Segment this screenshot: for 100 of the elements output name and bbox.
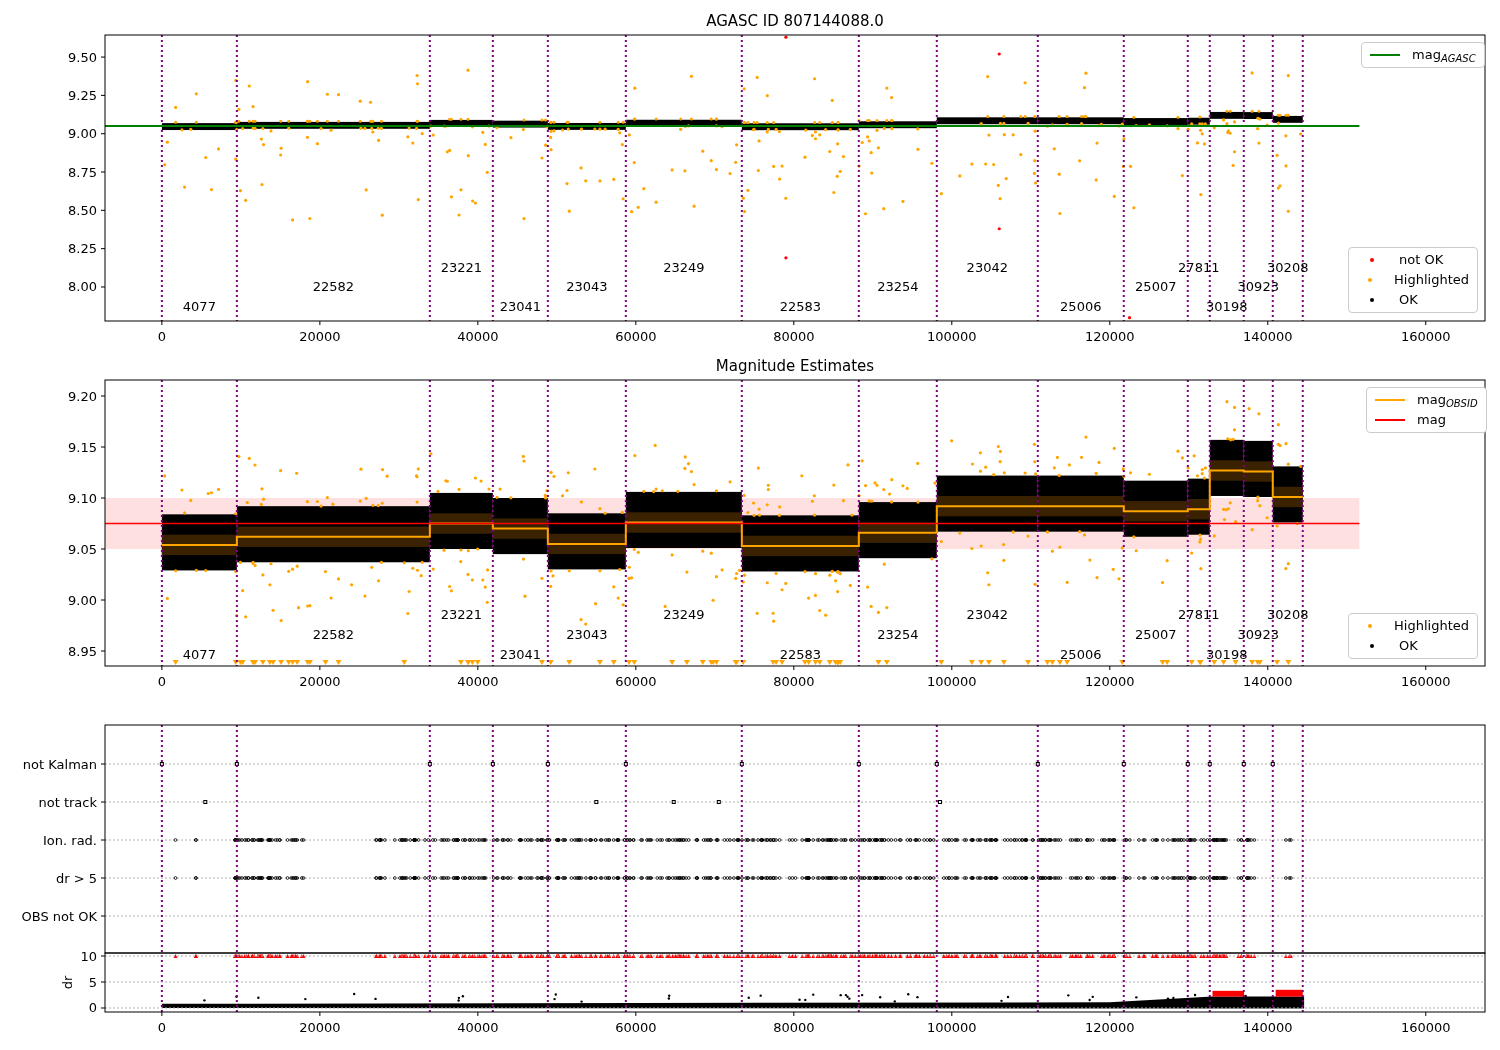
tick-label: 60000 xyxy=(615,1020,657,1035)
tick-label: 100000 xyxy=(927,329,977,344)
obsid-label: 25006 xyxy=(1060,299,1102,315)
tick-label: 100000 xyxy=(927,1020,977,1035)
tick-mark xyxy=(100,650,106,652)
tick-label: 40000 xyxy=(457,674,499,689)
obsid-label: 23041 xyxy=(499,647,541,663)
tick-mark xyxy=(100,981,106,983)
tick-label: 8.50 xyxy=(68,202,97,218)
axis-label: dr xyxy=(60,975,75,990)
tick-mark xyxy=(100,915,106,917)
flag-label: not Kalman xyxy=(22,756,97,772)
legend-label: not OK xyxy=(1399,252,1444,268)
tick-mark xyxy=(100,171,106,173)
obsid-label: 23249 xyxy=(663,259,705,275)
tick-label: 40000 xyxy=(457,329,499,344)
flag-label: dr > 5 xyxy=(55,870,97,886)
flag-label: Ion. rad. xyxy=(43,832,97,848)
tick-label: 0 xyxy=(157,1020,166,1035)
tick-mark xyxy=(477,1011,479,1017)
tick-label: 140000 xyxy=(1242,329,1293,344)
tick-mark xyxy=(635,320,637,326)
obsid-label: 22583 xyxy=(779,299,821,315)
tick-mark xyxy=(793,1011,795,1017)
tick-mark xyxy=(100,839,106,841)
tick-label: 8.95 xyxy=(68,643,97,659)
tick-mark xyxy=(1109,665,1111,671)
obsid-label: 23254 xyxy=(877,279,919,295)
obsid-label: 22583 xyxy=(779,647,821,663)
tick-mark xyxy=(100,955,106,957)
tick-label: 10 xyxy=(80,948,97,964)
tick-label: 140000 xyxy=(1242,1020,1293,1035)
tick-mark xyxy=(1425,1011,1427,1017)
obsid-label: 27811 xyxy=(1178,607,1220,623)
obsid-label: 30923 xyxy=(1237,627,1279,643)
tick-mark xyxy=(1267,1011,1269,1017)
legend-label: mag$_{AGASC}$ xyxy=(1412,47,1476,63)
tick-mark xyxy=(100,286,106,288)
tick-mark xyxy=(951,665,953,671)
tick-label: 60000 xyxy=(615,329,657,344)
tick-mark xyxy=(319,320,321,326)
tick-mark xyxy=(100,801,106,803)
tick-mark xyxy=(100,248,106,250)
tick-label: 100000 xyxy=(927,674,977,689)
tick-mark xyxy=(161,665,163,671)
tick-label: 60000 xyxy=(615,674,657,689)
tick-label: 80000 xyxy=(773,1020,815,1035)
tick-label: 9.25 xyxy=(68,87,97,103)
tick-mark xyxy=(635,665,637,671)
tick-mark xyxy=(100,1007,106,1009)
tick-mark xyxy=(793,320,795,326)
obsid-label: 22582 xyxy=(312,627,355,643)
obsid-label: 25007 xyxy=(1135,627,1177,643)
tick-mark xyxy=(161,1011,163,1017)
legend-label: mag xyxy=(1417,412,1446,428)
tick-label: 20000 xyxy=(299,329,341,344)
tick-label: 140000 xyxy=(1242,674,1293,689)
tick-label: 120000 xyxy=(1084,329,1135,344)
tick-label: 120000 xyxy=(1084,1020,1135,1035)
tick-label: 9.05 xyxy=(68,541,97,557)
obsid-label: 30198 xyxy=(1206,647,1248,663)
tick-label: 0 xyxy=(157,329,166,344)
tick-label: 160000 xyxy=(1400,329,1451,344)
tick-mark xyxy=(793,665,795,671)
tick-label: 20000 xyxy=(299,1020,341,1035)
obsid-label: 23043 xyxy=(566,279,608,295)
obsid-label: 4077 xyxy=(182,299,216,315)
tick-label: 0 xyxy=(88,1000,97,1016)
tick-mark xyxy=(161,320,163,326)
tick-label: 8.00 xyxy=(68,279,97,295)
obsid-label: 23041 xyxy=(499,299,541,315)
tick-mark xyxy=(1267,320,1269,326)
tick-mark xyxy=(1109,1011,1111,1017)
tick-label: 9.15 xyxy=(68,439,97,455)
tick-label: 9.00 xyxy=(68,592,97,608)
tick-mark xyxy=(477,320,479,326)
tick-mark xyxy=(100,763,106,765)
tick-label: 160000 xyxy=(1400,1020,1451,1035)
legend-label: Highlighted xyxy=(1394,618,1469,634)
tick-mark xyxy=(100,56,106,58)
tick-label: 5 xyxy=(88,974,97,990)
tick-label: 160000 xyxy=(1400,674,1451,689)
obsid-label: 23043 xyxy=(566,627,608,643)
tick-label: 20000 xyxy=(299,674,341,689)
obsid-label: 23221 xyxy=(440,259,483,275)
tick-mark xyxy=(100,877,106,879)
obsid-label: 30208 xyxy=(1267,259,1309,275)
tick-mark xyxy=(951,320,953,326)
obsid-label: 4077 xyxy=(182,647,216,663)
tick-mark xyxy=(1425,320,1427,326)
tick-label: 8.25 xyxy=(68,241,97,257)
legend-label: mag$_{OBSID}$ xyxy=(1417,392,1478,408)
obsid-label: 25006 xyxy=(1060,647,1102,663)
tick-label: 120000 xyxy=(1084,674,1135,689)
legend-label: Highlighted xyxy=(1394,272,1469,288)
chart-title: AGASC ID 807144088.0 xyxy=(706,12,884,30)
tick-label: 9.20 xyxy=(68,388,97,404)
obsid-label: 22582 xyxy=(312,279,355,295)
legend-label: OK xyxy=(1399,292,1418,308)
flag-label: OBS not OK xyxy=(21,908,97,924)
